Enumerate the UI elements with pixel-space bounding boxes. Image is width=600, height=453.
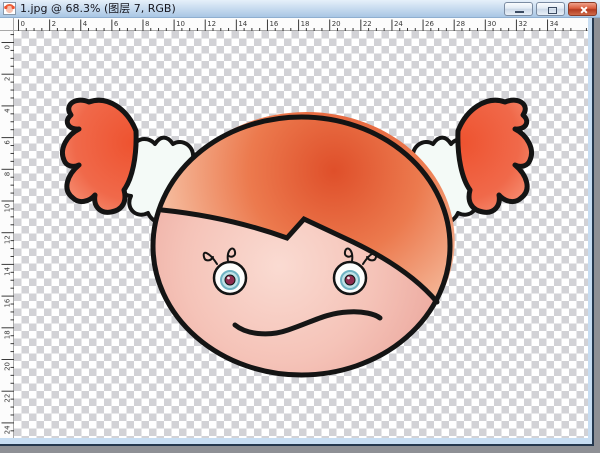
ruler-label: 6: [4, 140, 12, 145]
ruler-label: 10: [4, 204, 12, 213]
ruler-label: 4: [83, 20, 88, 28]
minimize-button[interactable]: [504, 2, 533, 16]
document-canvas[interactable]: [14, 31, 588, 438]
ruler-label: 4: [4, 108, 12, 113]
ruler-label: 2: [4, 77, 12, 81]
ruler-label: 30: [487, 20, 496, 28]
restore-button[interactable]: [536, 2, 565, 16]
window-controls: [504, 2, 597, 16]
right-eye: [334, 262, 366, 294]
ruler-label: 12: [4, 235, 12, 244]
ruler-label: 22: [4, 394, 12, 403]
ruler-label: 8: [4, 172, 12, 176]
ruler-label: 18: [301, 20, 310, 28]
girl-illustration: [14, 31, 588, 438]
desktop-background: 1.jpg @ 68.3% (图层 7, RGB) 02468101214161…: [0, 0, 600, 453]
ruler-label: 0: [21, 20, 25, 28]
window-title: 1.jpg @ 68.3% (图层 7, RGB): [20, 0, 176, 18]
ruler-label: 10: [176, 20, 185, 28]
ruler-label: 34: [550, 20, 559, 28]
restore-icon: [548, 7, 557, 14]
ruler-label: 6: [114, 20, 119, 28]
ruler-label: 14: [4, 266, 12, 275]
window-titlebar[interactable]: 1.jpg @ 68.3% (图层 7, RGB): [0, 0, 600, 18]
left-pigtail-wing: [62, 100, 136, 212]
ruler-label: 18: [4, 330, 12, 339]
horizontal-ruler[interactable]: 0246810121416182022242628303234: [14, 18, 588, 31]
ruler-label: 22: [363, 20, 372, 28]
ruler-label: 26: [425, 20, 434, 28]
close-button[interactable]: [568, 2, 597, 16]
ruler-label: 8: [145, 20, 149, 28]
left-eye: [214, 262, 246, 294]
ruler-corner-box: [0, 18, 14, 31]
ruler-label: 32: [518, 20, 527, 28]
ruler-label: 14: [238, 20, 247, 28]
document-thumbnail-icon: [3, 2, 16, 15]
ruler-label: 20: [4, 362, 12, 371]
vertical-ruler[interactable]: 024681012141618202224: [0, 31, 14, 438]
ruler-label: 24: [394, 20, 403, 28]
ruler-label: 12: [207, 20, 216, 28]
ruler-label: 2: [52, 20, 56, 28]
ruler-label: 24: [4, 425, 12, 434]
minimize-icon: [515, 11, 524, 13]
ruler-label: 20: [332, 20, 341, 28]
ruler-label: 16: [269, 20, 278, 28]
ruler-label: 16: [4, 298, 12, 307]
right-pigtail-wing: [458, 100, 532, 212]
ruler-label: 28: [456, 20, 465, 28]
ruler-label: 0: [4, 45, 12, 49]
